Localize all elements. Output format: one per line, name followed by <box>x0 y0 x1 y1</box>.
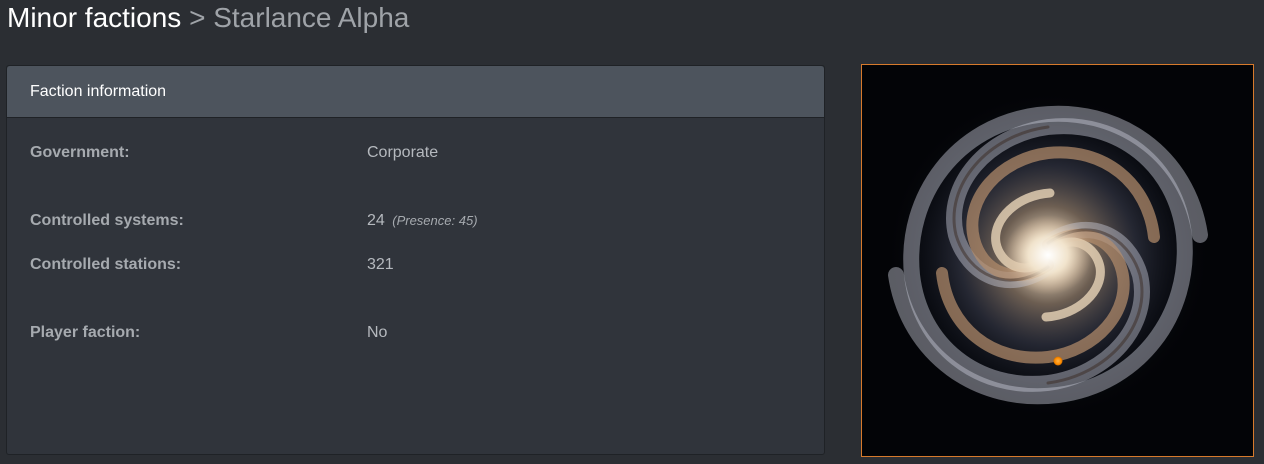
presence-note: (Presence: 45) <box>392 213 477 228</box>
faction-info-panel: Faction information Government: Corporat… <box>6 65 825 455</box>
government-value: Corporate <box>367 144 439 161</box>
faction-location-marker <box>1053 356 1063 366</box>
presence-label: (Presence: <box>392 213 456 228</box>
breadcrumb-separator: > <box>189 2 206 33</box>
player-faction-value: No <box>367 324 388 341</box>
controlled-stations-label: Controlled stations: <box>30 256 182 273</box>
player-faction-row: Player faction: No <box>30 322 824 344</box>
presence-close: ) <box>473 213 478 228</box>
government-row: Government: Corporate <box>30 142 824 164</box>
controlled-systems-value: 24 <box>367 212 385 229</box>
government-label: Government: <box>30 144 130 161</box>
galaxy-map[interactable] <box>861 64 1254 457</box>
breadcrumb-minor-factions-link[interactable]: Minor factions <box>7 2 181 33</box>
presence-value: 45 <box>458 213 474 228</box>
panel-title: Faction information <box>30 82 167 100</box>
breadcrumb-current-faction: Starlance Alpha <box>213 2 410 33</box>
controlled-systems-value-wrap: 24 (Presence: 45) <box>367 210 478 232</box>
galaxy-image <box>862 65 1253 456</box>
controlled-systems-label: Controlled systems: <box>30 212 184 229</box>
page-title: Minor factions > Starlance Alpha <box>7 1 409 35</box>
controlled-stations-row: Controlled stations: 321 <box>30 254 824 276</box>
controlled-stations-value: 321 <box>367 256 394 273</box>
panel-header: Faction information <box>7 66 824 118</box>
player-faction-label: Player faction: <box>30 324 141 341</box>
controlled-systems-row: Controlled systems: 24 (Presence: 45) <box>30 210 824 232</box>
